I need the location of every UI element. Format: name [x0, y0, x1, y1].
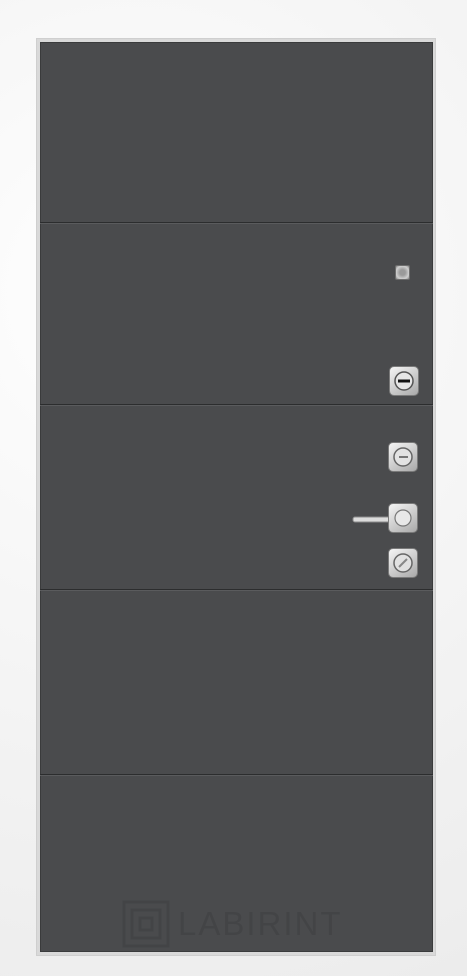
thumbturn-icon [394, 371, 414, 391]
middle-lock[interactable] [388, 442, 418, 472]
lock-cylinder-icon [393, 553, 413, 573]
peephole [395, 265, 410, 280]
keyhole-cylinder-icon [393, 447, 413, 467]
handle-rosette [388, 503, 418, 533]
brand-watermark: LABIRINT [122, 900, 382, 948]
panel-groove [40, 222, 433, 223]
door-panel [40, 42, 433, 952]
lower-lock[interactable] [388, 548, 418, 578]
brand-logo-text: LABIRINT [178, 905, 343, 942]
panel-groove [40, 774, 433, 775]
panel-groove [40, 404, 433, 405]
panel-groove [40, 589, 433, 590]
handle-rosette-icon [394, 509, 412, 527]
upper-lock[interactable] [389, 366, 419, 396]
labyrint-logo-icon [122, 900, 170, 948]
